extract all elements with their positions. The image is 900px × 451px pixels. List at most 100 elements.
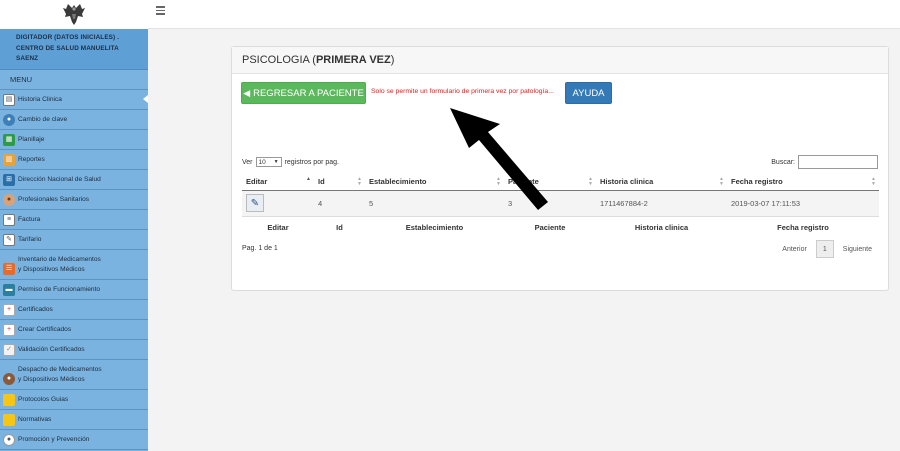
key-icon: ● [3, 113, 15, 126]
sidebar-item-promocion[interactable]: ● Promoción y Prevención [0, 430, 148, 450]
sidebar-item-label-line2: y Dispositivos Médicos [18, 265, 85, 273]
user-info: DIGITADOR (DATOS INICIALES) . CENTRO DE … [0, 29, 148, 70]
sidebar-item-planillaje[interactable]: ▦ Planillaje [0, 130, 148, 150]
sidebar-item-crear-certificados[interactable]: + Crear Certificados [0, 320, 148, 340]
search-label: Buscar: [771, 158, 795, 166]
delivery-icon: ● [3, 372, 15, 385]
records-table: Editar▲ Id▲▼ Establecimiento▲▼ Paciente▲… [242, 174, 879, 238]
sidebar-item-label-line1: Inventario de Medicamentos [18, 255, 101, 263]
header-label: Fecha registro [731, 177, 783, 187]
validate-certificate-icon: ✓ [3, 343, 15, 356]
sidebar-item-label: Protocolos Guias [18, 395, 69, 403]
sidebar-item-label: Promoción y Prevención [18, 435, 90, 443]
sidebar-item-reportes[interactable]: ▥ Reportes [0, 150, 148, 170]
sidebar-item-factura[interactable]: ≡ Factura [0, 210, 148, 230]
sidebar-item-label: Despacho de Medicamentos y Dispositivos … [18, 365, 102, 385]
sidebar-item-historia-clinica[interactable]: ▤ Historia Clinica [0, 90, 148, 110]
sidebar-item-label: Profesionales Sanitarios [18, 195, 90, 203]
header-label: Establecimiento [369, 177, 427, 187]
eagle-logo-icon [63, 4, 85, 25]
table-row: ✎ 4 5 3 1711467884-2 2019-03-07 17:11:53 [242, 190, 879, 217]
pagination-info: Pag. 1 de 1 [242, 245, 278, 252]
title-suffix: ) [390, 54, 395, 66]
sidebar-item-inventario[interactable]: ☰ Inventario de Medicamentos y Dispositi… [0, 250, 148, 280]
sidebar-item-direccion-nacional[interactable]: ⊞ Dirección Nacional de Salud [0, 170, 148, 190]
pagination: Anterior 1 Siguiente [782, 240, 872, 258]
sort-icon: ▲ ▼ [871, 176, 876, 187]
back-to-patient-button[interactable]: ◀ REGRESAR A PACIENTE [241, 82, 366, 104]
sidebar-item-profesionales[interactable]: ● Profesionales Sanitarios [0, 190, 148, 210]
edit-cell: ✎ [242, 190, 314, 217]
footer-fecha: Fecha registro [727, 215, 879, 238]
sidebar-item-normativas[interactable]: Normativas [0, 410, 148, 430]
sort-asc-icon: ▲ [306, 176, 311, 182]
column-header-historia[interactable]: Historia clinica ▲ ▼ [596, 174, 727, 191]
search-input[interactable] [798, 155, 878, 169]
page-title: PSICOLOGIA (PRIMERA VEZ) [232, 47, 888, 74]
page-length-prefix: Ver [242, 158, 253, 166]
page-length-suffix: registros por pag. [284, 158, 339, 166]
sidebar-item-permiso[interactable]: ▬ Permiso de Funcionamiento [0, 280, 148, 300]
sidebar-item-label: Crear Certificados [18, 325, 72, 333]
next-page-button[interactable]: Siguiente [843, 246, 872, 253]
folder-icon [3, 393, 15, 406]
footer-id: Id [314, 215, 365, 238]
user-center: CENTRO DE SALUD MANUELITA [16, 44, 119, 52]
cell-fecha: 2019-03-07 17:11:53 [727, 190, 879, 217]
sidebar-item-label: Tarifario [18, 235, 42, 243]
title-bold: PRIMERA VEZ [315, 54, 391, 66]
user-icon: ● [3, 193, 15, 206]
sort-icon: ▲ ▼ [588, 176, 593, 187]
spreadsheet-icon: ▦ [3, 133, 15, 146]
cell-id: 4 [314, 190, 365, 217]
sidebar-item-label: Cambio de clave [18, 115, 68, 123]
column-header-fecha[interactable]: Fecha registro ▲ ▼ [727, 174, 879, 191]
back-button-label: REGRESAR A PACIENTE [253, 87, 364, 99]
menu-title: MENU [0, 70, 148, 90]
logo-area [0, 0, 148, 29]
sidebar-item-label-line1: Despacho de Medicamentos [18, 365, 102, 373]
warning-message: Solo se permite un formulario de primera… [371, 88, 554, 95]
sort-icon: ▲ ▼ [357, 176, 362, 187]
page-1-button[interactable]: 1 [815, 240, 834, 258]
page-length-control: Ver 10 ▼ registros por pag. [242, 157, 339, 167]
user-center-cont: SAENZ [16, 55, 39, 62]
edit-record-icon[interactable]: ✎ [246, 194, 264, 212]
sidebar-item-cambio-clave[interactable]: ● Cambio de clave [0, 110, 148, 130]
create-certificate-icon: + [3, 323, 15, 336]
sidebar-item-validacion[interactable]: ✓ Validación Certificados [0, 340, 148, 360]
page-length-value: 10 [258, 158, 266, 166]
annotation-arrow-icon [450, 108, 548, 210]
header-label: Id [318, 177, 325, 187]
column-header-id[interactable]: Id ▲ ▼ [314, 174, 365, 191]
header-label: Editar [246, 177, 268, 187]
user-role: DIGITADOR (DATOS INICIALES) . [16, 34, 120, 41]
header-label: Historia clinica [600, 177, 654, 187]
report-icon: ▥ [3, 153, 15, 166]
sidebar-item-tarifario[interactable]: ✎ Tarifario [0, 230, 148, 250]
sidebar-item-label-line2: y Dispositivos Médicos [18, 375, 85, 383]
chevron-down-icon: ▼ [273, 159, 279, 165]
search-control: Buscar: [771, 155, 878, 169]
sidebar-item-label: Certificados [18, 305, 53, 313]
permit-icon: ▬ [3, 283, 15, 296]
cell-historia: 1711467884-2 [596, 190, 727, 217]
sidebar-item-protocolos[interactable]: Protocolos Guias [0, 390, 148, 410]
sort-icon: ▲ ▼ [719, 176, 724, 187]
network-icon: ⊞ [3, 173, 15, 186]
form-panel: PSICOLOGIA (PRIMERA VEZ) ◀ REGRESAR A PA… [231, 46, 889, 291]
inventory-icon: ☰ [3, 262, 15, 275]
prev-page-button[interactable]: Anterior [782, 246, 807, 253]
help-button[interactable]: AYUDA [565, 82, 612, 104]
sidebar-item-despacho[interactable]: ● Despacho de Medicamentos y Dispositivo… [0, 360, 148, 390]
sidebar-item-label: Inventario de Medicamentos y Dispositivo… [18, 255, 101, 275]
certificate-icon: + [3, 303, 15, 316]
top-bar [0, 0, 900, 29]
sidebar-item-label: Reportes [18, 155, 45, 163]
column-header-editar[interactable]: Editar ▲ [242, 174, 314, 191]
sidebar-item-certificados[interactable]: + Certificados [0, 300, 148, 320]
price-list-icon: ✎ [3, 233, 15, 246]
page-length-select[interactable]: 10 ▼ [255, 157, 282, 167]
footer-historia: Historia clinica [596, 215, 727, 238]
menu-toggle-icon[interactable] [156, 6, 168, 18]
